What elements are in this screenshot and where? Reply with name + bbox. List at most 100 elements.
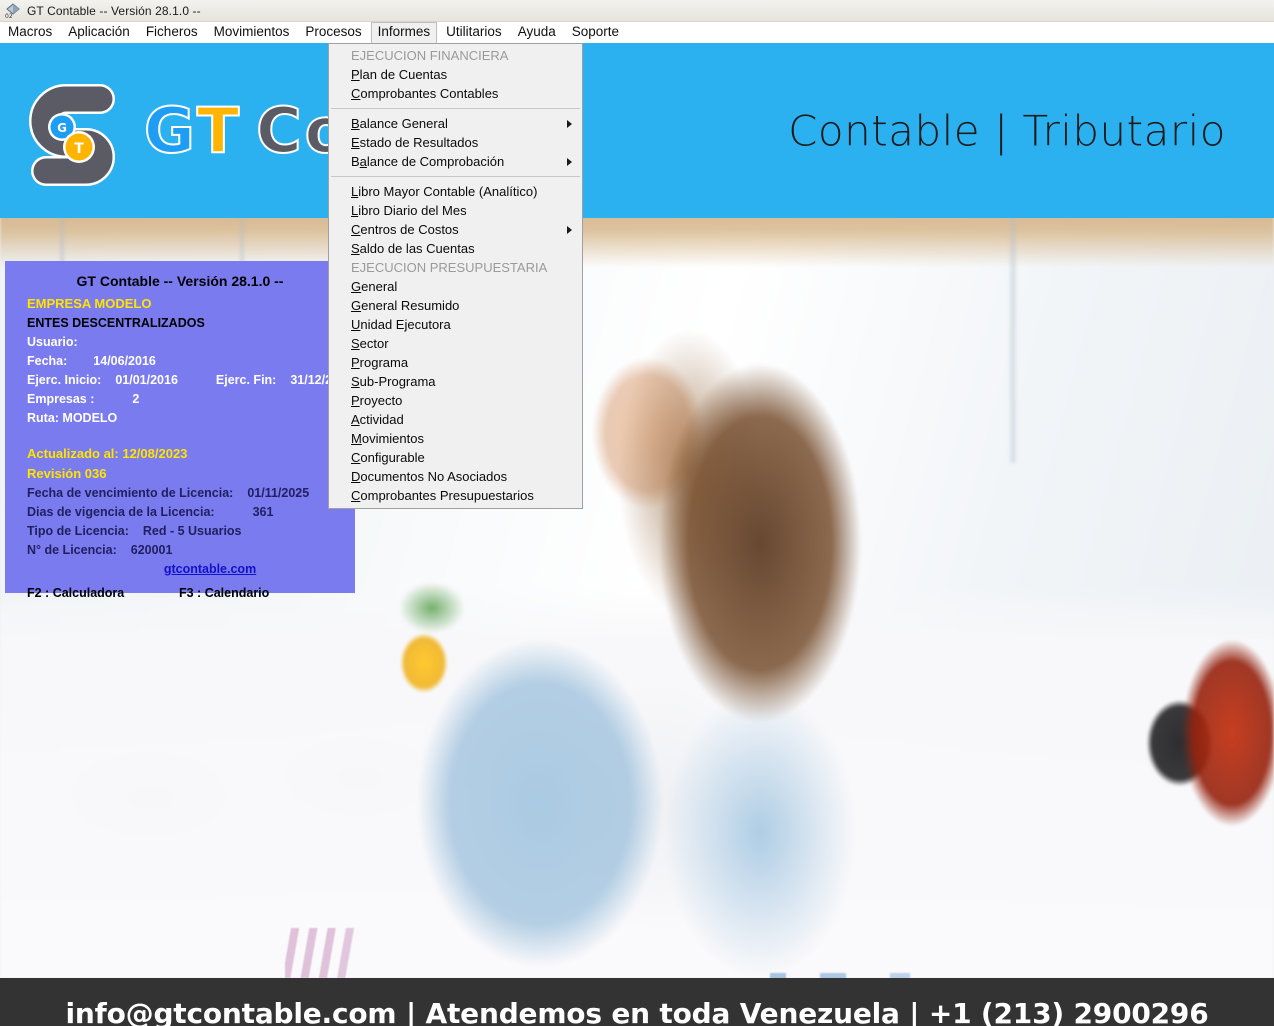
dropdown-item-saldo-de-las-cuentas[interactable]: Saldo de las Cuentas	[329, 239, 582, 258]
window-title: GT Contable -- Versión 28.1.0 --	[27, 3, 201, 18]
logo-letter-t: T	[196, 94, 243, 167]
dropdown-item-plan-de-cuentas[interactable]: Plan de Cuentas	[329, 65, 582, 84]
info-date-value: 14/06/2016	[93, 354, 156, 368]
info-exercise-start-value: 01/01/2016	[115, 373, 178, 387]
dropdown-item-libro-diario-del-mes[interactable]: Libro Diario del Mes	[329, 201, 582, 220]
banner-tagline: Contable | Tributario	[788, 106, 1226, 155]
info-license-type-label: Tipo de Licencia:	[27, 524, 129, 538]
dropdown-item-label: Comprobantes Contables	[351, 86, 499, 101]
menu-utilitarios[interactable]: Utilitarios	[439, 22, 509, 43]
info-license-number-label: N° de Licencia:	[27, 543, 117, 557]
dropdown-item-comprobantes-presupuestarios[interactable]: Comprobantes Presupuestarios	[329, 486, 582, 505]
dropdown-item-label: Configurable	[351, 450, 425, 465]
chevron-right-icon	[567, 119, 572, 128]
menu-movimientos[interactable]: Movimientos	[207, 22, 297, 43]
dropdown-item-label: Sector	[351, 336, 389, 351]
info-route: Ruta: MODELO	[27, 411, 118, 425]
dropdown-separator	[331, 108, 580, 109]
dropdown-item-actividad[interactable]: Actividad	[329, 410, 582, 429]
dropdown-item-proyecto[interactable]: Proyecto	[329, 391, 582, 410]
logo: G T GT Co	[22, 71, 350, 191]
info-date-label: Fecha:	[27, 354, 68, 368]
dropdown-item-configurable[interactable]: Configurable	[329, 448, 582, 467]
dropdown-item-unidad-ejecutora[interactable]: Unidad Ejecutora	[329, 315, 582, 334]
dropdown-separator	[331, 176, 580, 177]
info-panel-spacer	[5, 430, 355, 446]
dropdown-item-label: Libro Diario del Mes	[351, 203, 467, 218]
info-license-number-value: 620001	[130, 543, 173, 557]
dropdown-item-label: Comprobantes Presupuestarios	[351, 488, 534, 503]
application-window: 02 GT Contable -- Versión 28.1.0 -- Macr…	[0, 0, 1274, 1026]
dropdown-item-label: Sub-Programa	[351, 374, 436, 389]
dropdown-item-label: Libro Mayor Contable (Analítico)	[351, 184, 538, 199]
website-link[interactable]: gtcontable.com	[164, 562, 256, 576]
dropdown-item-balance-de-comprobacion[interactable]: Balance de Comprobación	[329, 152, 582, 171]
contact-footer: info@gtcontable.com | Atendemos en toda …	[0, 978, 1274, 1026]
dropdown-header-ejecucion-financiera: EJECUCION FINANCIERA	[351, 48, 509, 63]
dropdown-item-comprobantes-contables[interactable]: Comprobantes Contables	[329, 84, 582, 103]
info-revision: Revisión 036	[27, 466, 107, 481]
dropdown-item-label: Programa	[351, 355, 409, 370]
info-license-expiry-value: 01/11/2025	[247, 486, 310, 500]
dropdown-item-label: Balance de Comprobación	[351, 154, 505, 169]
informes-dropdown-menu[interactable]: EJECUCION FINANCIERA Plan de Cuentas Com…	[328, 43, 583, 509]
info-entity-type: ENTES DESCENTRALIZADOS	[27, 316, 205, 330]
dropdown-item-label: General	[351, 279, 398, 294]
info-company: EMPRESA MODELO	[27, 296, 152, 311]
info-companies-label: Empresas :	[27, 392, 95, 406]
menu-informes[interactable]: Informes	[370, 21, 438, 44]
chevron-right-icon	[567, 225, 572, 234]
dropdown-item-label: Plan de Cuentas	[351, 67, 448, 82]
dropdown-item-programa[interactable]: Programa	[329, 353, 582, 372]
info-exercise-start-label: Ejerc. Inicio:	[27, 373, 102, 387]
info-exercise-end-label: Ejerc. Fin:	[215, 373, 277, 387]
dropdown-item-general-resumido[interactable]: General Resumido	[329, 296, 582, 315]
info-companies-value: 2	[132, 392, 140, 406]
dropdown-item-estado-de-resultados[interactable]: Estado de Resultados	[329, 133, 582, 152]
dropdown-item-label: Documentos No Asociados	[351, 469, 508, 484]
gt-s-logo-icon: G T	[22, 75, 130, 187]
shortcut-f2-calculadora: F2 : Calculadora	[27, 586, 125, 600]
dropdown-item-label: Saldo de las Cuentas	[351, 241, 475, 256]
license-info-panel: GT Contable -- Versión 28.1.0 -- EMPRESA…	[5, 261, 355, 600]
dropdown-item-movimientos[interactable]: Movimientos	[329, 429, 582, 448]
footer-contact-text: info@gtcontable.com | Atendemos en toda …	[65, 996, 1209, 1026]
chevron-right-icon	[567, 157, 572, 166]
dropdown-item-general[interactable]: General	[329, 277, 582, 296]
info-license-days-label: Dias de vigencia de la Licencia:	[27, 505, 215, 519]
menu-aplicacion[interactable]: Aplicación	[61, 22, 137, 43]
menu-macros[interactable]: Macros	[1, 22, 59, 43]
dropdown-item-label: Movimientos	[351, 431, 424, 446]
info-license-days-value: 361	[252, 505, 274, 519]
desk-paper-chart-pink	[285, 928, 475, 978]
info-user-label: Usuario:	[27, 335, 78, 349]
dropdown-item-documentos-no-asociados[interactable]: Documentos No Asociados	[329, 467, 582, 486]
logo-wordmark: GT Co	[143, 99, 350, 163]
title-bar: 02 GT Contable -- Versión 28.1.0 --	[0, 0, 1274, 22]
dropdown-item-centros-de-costos[interactable]: Centros de Costos	[329, 220, 582, 239]
logo-letter-g: G	[143, 94, 197, 167]
main-content: G T GT Co Contable | Tributario GT Contab…	[0, 43, 1274, 978]
info-updated: Actualizado al: 12/08/2023	[27, 446, 188, 461]
dropdown-item-sector[interactable]: Sector	[329, 334, 582, 353]
menu-bar[interactable]: Macros Aplicación Ficheros Movimientos P…	[0, 21, 1274, 44]
dropdown-item-label: General Resumido	[351, 298, 460, 313]
dropdown-item-sub-programa[interactable]: Sub-Programa	[329, 372, 582, 391]
app-diamond-icon: 02	[4, 2, 22, 20]
menu-ficheros[interactable]: Ficheros	[139, 22, 205, 43]
shortcut-f3-calendario: F3 : Calendario	[179, 586, 270, 600]
dropdown-item-label: Unidad Ejecutora	[351, 317, 451, 332]
svg-text:02: 02	[5, 13, 13, 20]
dropdown-item-libro-mayor-contable[interactable]: Libro Mayor Contable (Analítico)	[329, 182, 582, 201]
brand-banner: G T GT Co Contable | Tributario	[0, 43, 1274, 218]
dropdown-item-balance-general[interactable]: Balance General	[329, 114, 582, 133]
menu-procesos[interactable]: Procesos	[298, 22, 368, 43]
menu-ayuda[interactable]: Ayuda	[511, 22, 563, 43]
dropdown-item-label: Proyecto	[351, 393, 403, 408]
dropdown-item-label: Estado de Resultados	[351, 135, 479, 150]
dropdown-header-ejecucion-presupuestaria: EJECUCION PRESUPUESTARIA	[351, 260, 548, 275]
svg-text:G: G	[57, 121, 67, 135]
info-license-expiry-label: Fecha de vencimiento de Licencia:	[27, 486, 234, 500]
menu-soporte[interactable]: Soporte	[565, 22, 626, 43]
dropdown-item-label: Actividad	[351, 412, 404, 427]
